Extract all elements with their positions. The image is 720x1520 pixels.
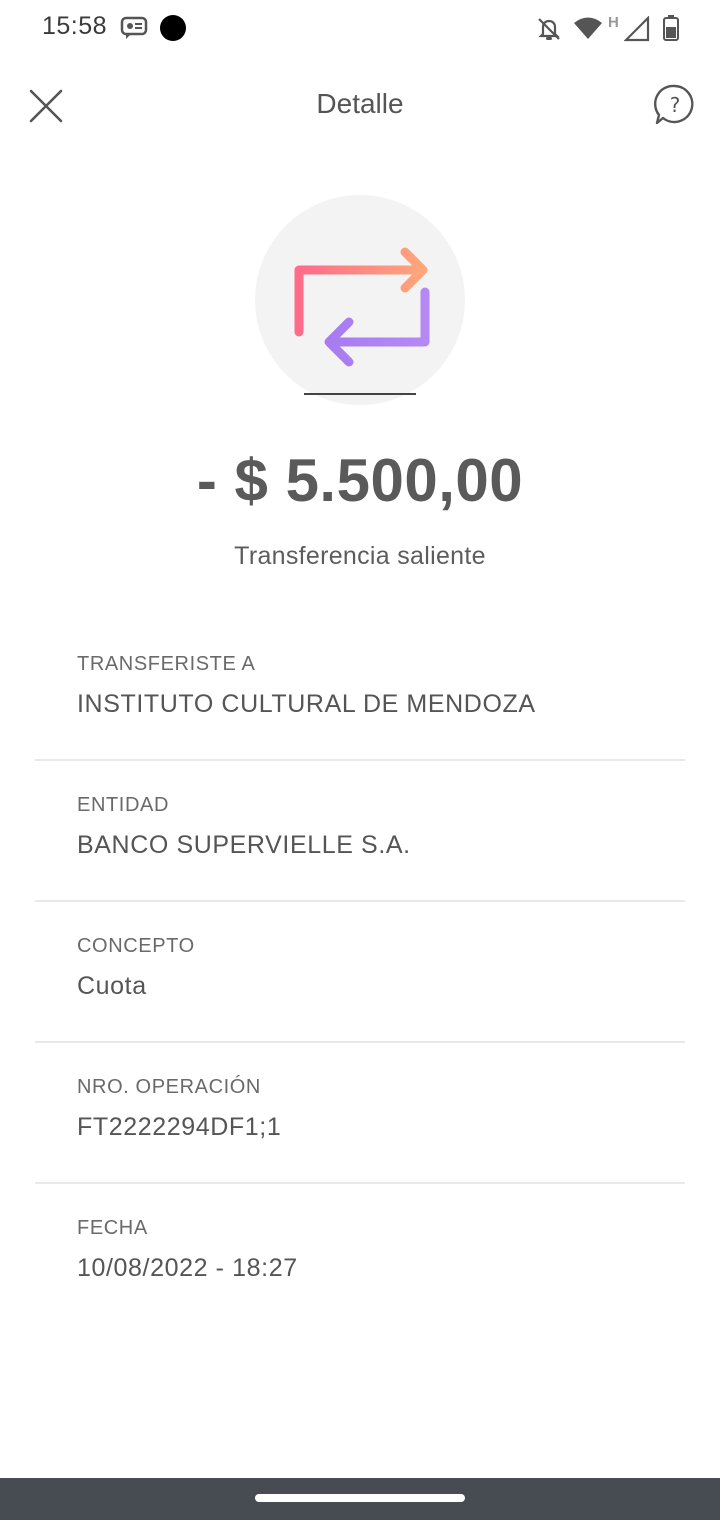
help-icon[interactable]: ? [650,80,700,130]
transfer-icon [294,247,430,367]
detail-row-recipient: TRANSFERISTE A INSTITUTO CULTURAL DE MEN… [35,620,685,761]
network-type-label: H [608,14,619,31]
detail-row-bank: ENTIDAD BANCO SUPERVIELLE S.A. [35,761,685,902]
icon-underline [304,393,416,395]
wifi-icon [574,17,602,39]
detail-value: INSTITUTO CULTURAL DE MENDOZA [77,690,536,718]
system-nav-bar [0,1478,720,1520]
transaction-icon-circle [255,195,465,405]
detail-value: 10/08/2022 - 18:27 [77,1254,298,1282]
detail-label: NRO. OPERACIÓN [77,1076,261,1098]
status-bar: 15:58 H [0,0,720,56]
detail-row-date: FECHA 10/08/2022 - 18:27 [35,1184,685,1325]
battery-icon [663,15,679,41]
transaction-type: Transferencia saliente [234,542,486,570]
notification-dot-icon [160,15,186,41]
detail-row-operation: NRO. OPERACIÓN FT2222294DF1;1 [35,1043,685,1184]
detail-label: TRANSFERISTE A [77,653,256,675]
page-title: Detalle [316,88,404,119]
detail-row-concept: CONCEPTO Cuota [35,902,685,1043]
status-time: 15:58 [42,12,108,40]
detail-label: FECHA [77,1217,148,1239]
transaction-detail-screen: 15:58 H Detalle ? - $ 5.500,00 Transfere… [0,0,720,1520]
detail-label: CONCEPTO [77,935,195,957]
detail-label: ENTIDAD [77,794,169,816]
detail-value: FT2222294DF1;1 [77,1113,282,1141]
svg-text:?: ? [670,93,681,117]
header: Detalle ? [0,60,720,150]
signal-h-icon [624,16,650,42]
transaction-amount: - $ 5.500,00 [196,447,524,514]
detail-value: Cuota [77,972,147,1000]
detail-value: BANCO SUPERVIELLE S.A. [77,831,411,859]
home-gesture-handle[interactable] [255,1494,465,1502]
detail-list: TRANSFERISTE A INSTITUTO CULTURAL DE MEN… [35,620,685,1325]
message-icon [120,16,148,39]
bell-off-icon [538,18,560,40]
